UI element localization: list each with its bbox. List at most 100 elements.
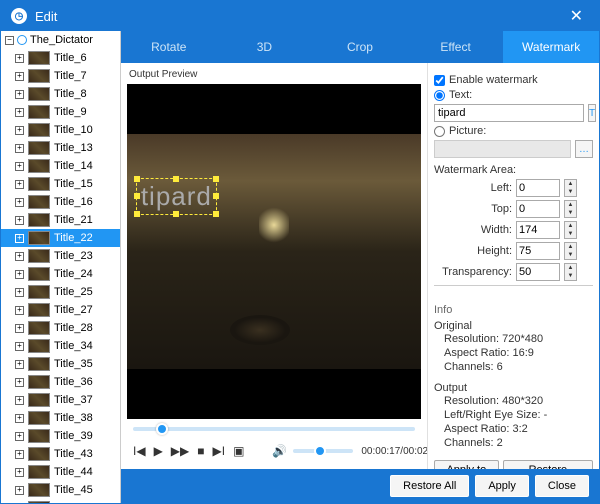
sidebar-item[interactable]: +Title_16 [1,193,120,211]
expand-icon[interactable]: + [15,252,24,261]
tree-root[interactable]: − The_Dictator [1,31,120,49]
apply-to-all-button[interactable]: Apply to All [434,460,499,469]
sidebar-item[interactable]: +Title_44 [1,463,120,481]
sidebar-item[interactable]: +Title_38 [1,409,120,427]
restore-all-button[interactable]: Restore All [390,475,469,497]
browse-button[interactable]: … [575,140,593,158]
expand-icon[interactable]: + [15,108,24,117]
text-radio[interactable] [434,90,445,101]
expand-icon[interactable]: + [15,198,24,207]
watermark-overlay[interactable]: tipard [136,178,217,215]
expand-icon[interactable]: + [15,324,24,333]
seek-bar[interactable] [125,421,423,437]
enable-watermark-checkbox[interactable] [434,75,445,86]
play-button[interactable]: ▶ [154,444,163,458]
expand-icon[interactable]: + [15,270,24,279]
tab-crop[interactable]: Crop [312,31,408,63]
sidebar-item[interactable]: +Title_9 [1,103,120,121]
sidebar-item[interactable]: +Title_22 [1,229,120,247]
volume-icon[interactable]: 🔊 [272,444,287,458]
expand-icon[interactable]: + [15,180,24,189]
sidebar-item[interactable]: +Title_14 [1,157,120,175]
sidebar-item[interactable]: +Title_36 [1,373,120,391]
height-input[interactable] [516,242,560,260]
expand-icon[interactable]: + [15,90,24,99]
sidebar-item[interactable]: +Title_13 [1,139,120,157]
expand-icon[interactable]: + [15,216,24,225]
expand-icon[interactable]: + [15,126,24,135]
sidebar-item[interactable]: +Title_43 [1,445,120,463]
tab-rotate[interactable]: Rotate [121,31,217,63]
next-button[interactable]: ▶I [213,444,226,458]
thumbnail-icon [28,69,50,83]
expand-icon[interactable]: + [15,486,24,495]
sidebar-item[interactable]: +Title_7 [1,67,120,85]
preview-label: Output Preview [125,67,423,82]
sidebar-item[interactable]: +Title_27 [1,301,120,319]
sidebar-item[interactable]: +Title_10 [1,121,120,139]
width-input[interactable] [516,221,560,239]
tab-watermark[interactable]: Watermark [503,31,599,63]
left-stepper[interactable]: ▲▼ [564,179,577,197]
close-button[interactable]: Close [535,475,589,497]
sidebar-item[interactable]: +Title_35 [1,355,120,373]
thumbnail-icon [28,501,50,503]
expand-icon[interactable]: + [15,54,24,63]
expand-icon[interactable]: + [15,450,24,459]
expand-icon[interactable]: + [15,342,24,351]
sidebar-item[interactable]: +Title_37 [1,391,120,409]
left-input[interactable] [516,179,560,197]
seek-thumb[interactable] [156,423,168,435]
sidebar-item[interactable]: +Title_45 [1,481,120,499]
volume-slider[interactable] [293,449,353,453]
sidebar-item[interactable]: +Title_23 [1,247,120,265]
sidebar-item[interactable]: +Title_24 [1,265,120,283]
stop-button[interactable]: ■ [197,444,204,458]
sidebar-item[interactable]: +Title_46 [1,499,120,503]
video-preview[interactable]: tipard [127,84,421,419]
expand-icon[interactable]: + [15,72,24,81]
expand-icon[interactable]: + [15,468,24,477]
sidebar-item[interactable]: +Title_6 [1,49,120,67]
expand-icon[interactable]: + [15,234,24,243]
tab-effect[interactable]: Effect [408,31,504,63]
expand-icon[interactable]: + [15,414,24,423]
top-stepper[interactable]: ▲▼ [564,200,577,218]
close-icon[interactable]: ✕ [564,4,589,28]
sidebar-item[interactable]: +Title_25 [1,283,120,301]
sidebar[interactable]: − The_Dictator +Title_6+Title_7+Title_8+… [1,31,121,503]
tab-3d[interactable]: 3D [217,31,313,63]
thumbnail-icon [28,87,50,101]
sidebar-item[interactable]: +Title_34 [1,337,120,355]
width-stepper[interactable]: ▲▼ [564,221,577,239]
thumbnail-icon [28,285,50,299]
expand-icon[interactable]: + [15,144,24,153]
volume-control: 🔊 [272,444,353,458]
watermark-text-input[interactable] [434,104,584,122]
expand-icon[interactable]: + [15,378,24,387]
picture-radio[interactable] [434,126,445,137]
transparency-input[interactable] [516,263,560,281]
expand-icon[interactable]: + [15,360,24,369]
top-input[interactable] [516,200,560,218]
prev-button[interactable]: I◀ [133,444,146,458]
expand-icon[interactable]: + [15,396,24,405]
transparency-stepper[interactable]: ▲▼ [564,263,577,281]
thumbnail-icon [28,249,50,263]
expand-icon[interactable]: + [15,162,24,171]
collapse-icon[interactable]: − [5,36,14,45]
height-stepper[interactable]: ▲▼ [564,242,577,260]
fast-forward-button[interactable]: ▶▶ [171,444,189,458]
expand-icon[interactable]: + [15,306,24,315]
font-button[interactable]: T [588,104,596,122]
snapshot-button[interactable]: ▣ [233,444,244,458]
sidebar-item[interactable]: +Title_21 [1,211,120,229]
restore-defaults-button[interactable]: Restore Defaults [503,460,593,469]
sidebar-item[interactable]: +Title_15 [1,175,120,193]
sidebar-item[interactable]: +Title_39 [1,427,120,445]
sidebar-item[interactable]: +Title_28 [1,319,120,337]
expand-icon[interactable]: + [15,288,24,297]
expand-icon[interactable]: + [15,432,24,441]
sidebar-item[interactable]: +Title_8 [1,85,120,103]
apply-button[interactable]: Apply [475,475,529,497]
